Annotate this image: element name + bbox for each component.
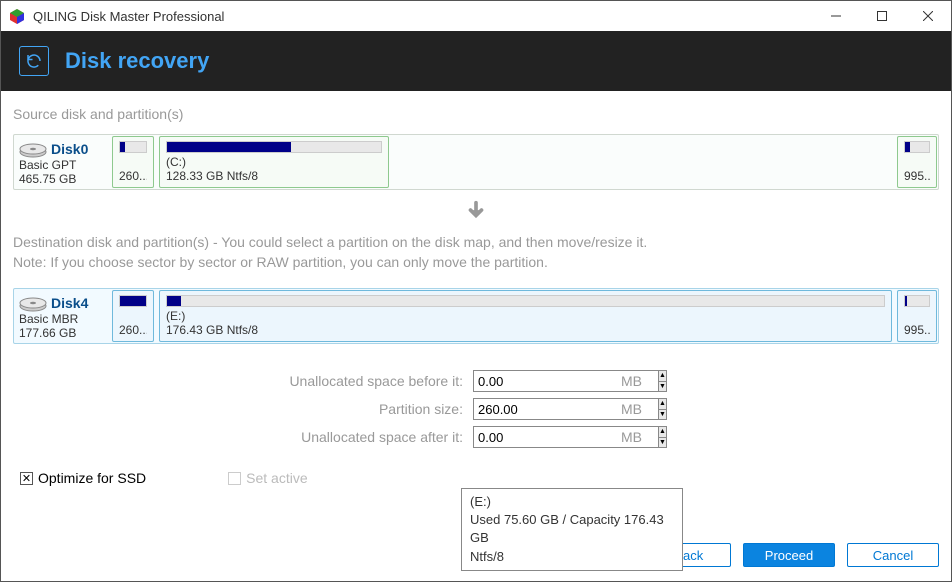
- source-disk-info: Disk0 Basic GPT 465.75 GB: [15, 136, 107, 188]
- dest-disk-size: 177.66 GB: [19, 326, 103, 340]
- optimize-ssd-checkbox[interactable]: ✕ Optimize for SSD: [20, 470, 146, 486]
- dest-note2: Note: If you choose sector by sector or …: [13, 254, 939, 270]
- source-section-title: Source disk and partition(s): [13, 106, 939, 122]
- dest-disk-row: Disk4 Basic MBR 177.66 GB 260... (E:)176…: [13, 288, 939, 344]
- close-button[interactable]: [905, 1, 951, 31]
- partition-tooltip: (E:) Used 75.60 GB / Capacity 176.43 GB …: [461, 488, 683, 571]
- page-title: Disk recovery: [65, 48, 209, 74]
- unit-label: MB: [621, 401, 642, 417]
- unalloc-before-label: Unallocated space before it:: [13, 373, 463, 389]
- minimize-button[interactable]: [813, 1, 859, 31]
- spinner-buttons[interactable]: ▲▼: [658, 426, 667, 448]
- window-title: QILING Disk Master Professional: [33, 9, 813, 24]
- arrow-down-icon: [13, 190, 939, 234]
- disk-icon: [19, 294, 47, 312]
- unit-label: MB: [621, 373, 642, 389]
- dest-disk-type: Basic MBR: [19, 312, 103, 326]
- source-partition[interactable]: 260...: [112, 136, 154, 188]
- proceed-button[interactable]: Proceed: [743, 543, 835, 567]
- dest-partition[interactable]: 995...: [897, 290, 937, 342]
- dest-partition[interactable]: (E:)176.43 GB Ntfs/8: [159, 290, 892, 342]
- recovery-icon: [19, 46, 49, 76]
- disk-icon: [19, 140, 47, 158]
- dest-partition[interactable]: 260...: [112, 290, 154, 342]
- source-partition[interactable]: (C:)128.33 GB Ntfs/8: [159, 136, 389, 188]
- spinner-buttons[interactable]: ▲▼: [658, 370, 667, 392]
- dest-disk-name: Disk4: [51, 295, 88, 311]
- titlebar: QILING Disk Master Professional: [1, 1, 951, 31]
- dest-note: Destination disk and partition(s) - You …: [13, 234, 939, 250]
- unit-label: MB: [621, 429, 642, 445]
- page-header: Disk recovery: [1, 31, 951, 91]
- source-disk-size: 465.75 GB: [19, 172, 103, 186]
- maximize-button[interactable]: [859, 1, 905, 31]
- source-disk-row: Disk0 Basic GPT 465.75 GB 260... (C:)128…: [13, 134, 939, 190]
- source-disk-type: Basic GPT: [19, 158, 103, 172]
- set-active-checkbox: Set active: [228, 470, 307, 486]
- source-partition[interactable]: 995...: [897, 136, 937, 188]
- dest-disk-info: Disk4 Basic MBR 177.66 GB: [15, 290, 107, 342]
- app-logo-icon: [9, 8, 25, 24]
- spinner-buttons[interactable]: ▲▼: [658, 398, 667, 420]
- cancel-button[interactable]: Cancel: [847, 543, 939, 567]
- psize-label: Partition size:: [13, 401, 463, 417]
- source-disk-name: Disk0: [51, 141, 88, 157]
- unalloc-after-label: Unallocated space after it:: [13, 429, 463, 445]
